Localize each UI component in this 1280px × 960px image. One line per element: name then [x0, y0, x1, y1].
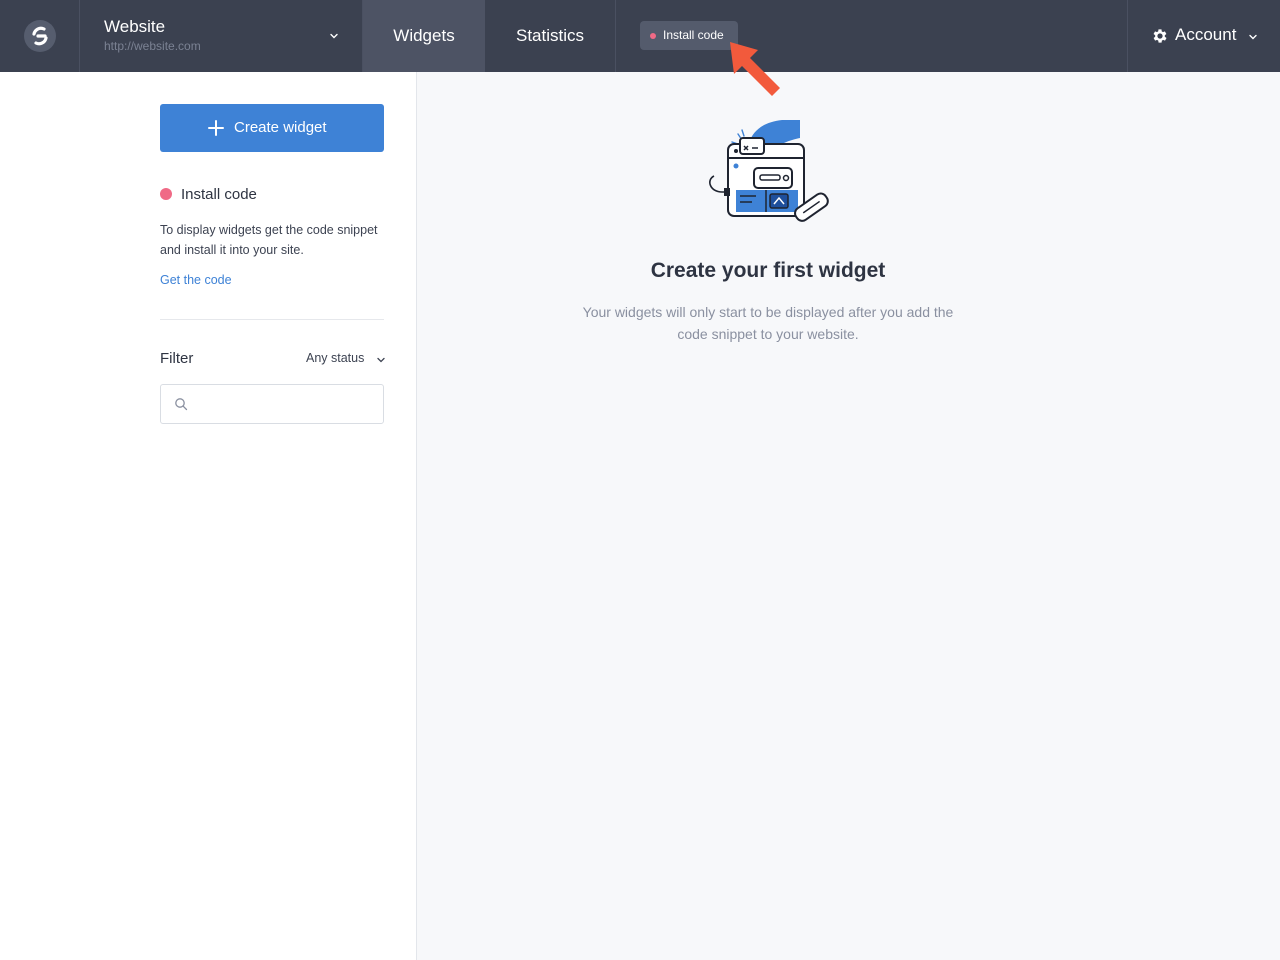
tab-widgets[interactable]: Widgets: [363, 0, 485, 72]
search-input[interactable]: [195, 393, 375, 415]
get-the-code-link[interactable]: Get the code: [160, 273, 232, 287]
chevron-down-icon[interactable]: [376, 355, 386, 365]
status-dot-icon: [650, 33, 656, 39]
filter-label: Filter: [160, 350, 194, 367]
install-code-badge[interactable]: Install code: [640, 21, 738, 50]
install-code-badge-label: Install code: [663, 28, 724, 42]
create-widget-button[interactable]: Create widget: [160, 104, 384, 152]
logo-cell: [0, 0, 80, 72]
empty-state-title: Create your first widget: [650, 259, 886, 282]
chevron-down-icon: [1249, 34, 1257, 40]
empty-state-description: Your widgets will only start to be displ…: [582, 304, 954, 342]
sidebar: Create widget Install code To display wi…: [0, 72, 417, 960]
website-name: Website: [104, 17, 166, 36]
gear-icon: [1153, 29, 1167, 43]
filter-search-box[interactable]: [160, 384, 384, 424]
account-label: Account: [1175, 25, 1237, 44]
main-content: Create your first widget Your widgets wi…: [418, 72, 1280, 960]
create-widget-button-label: Create widget: [234, 119, 327, 136]
tab-statistics[interactable]: Statistics: [485, 0, 616, 72]
website-widget-illustration: [709, 120, 829, 222]
website-selector[interactable]: Website http://website.com: [80, 0, 363, 72]
divider: [160, 319, 384, 320]
top-navigation-bar: Website http://website.com Widgets Stati…: [0, 0, 1280, 72]
plus-icon: [208, 120, 224, 136]
website-url: http://website.com: [104, 39, 201, 53]
install-status-dot-icon: [160, 188, 172, 200]
chevron-down-icon: [330, 33, 338, 39]
logo-icon[interactable]: [24, 20, 56, 52]
search-icon: [175, 398, 188, 411]
account-menu[interactable]: Account: [1127, 0, 1280, 72]
status-filter-select[interactable]: Any status: [306, 351, 364, 365]
install-code-title: Install code: [181, 186, 257, 203]
install-code-description: To display widgets get the code snippet …: [160, 223, 378, 257]
